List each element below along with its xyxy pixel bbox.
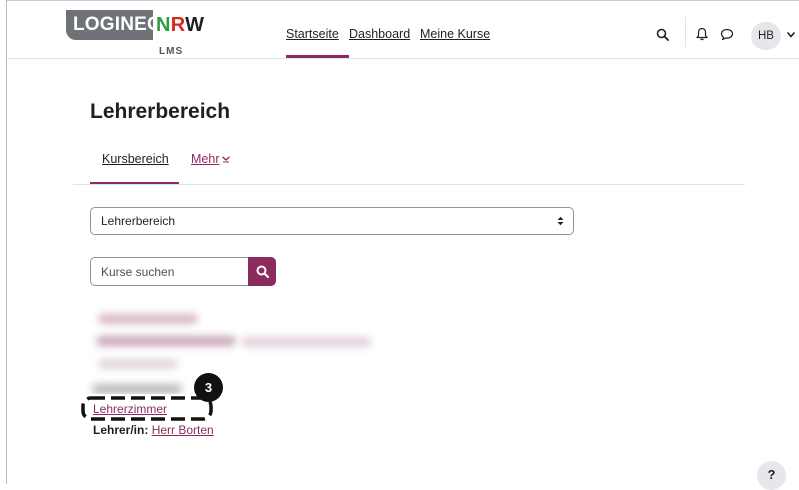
chevron-down-icon[interactable] [787,32,795,38]
nav-divider [685,17,686,47]
help-button[interactable]: ? [757,461,786,490]
logo-wordmark: LOGINEO [66,10,162,40]
blurred-text-line [96,336,236,346]
chevron-down-icon [222,156,231,163]
chat-icon[interactable] [720,28,734,41]
course-teacher: Lehrer/in: Herr Borten [93,423,214,437]
window-left-border [6,0,7,484]
blurred-text-line [98,314,198,324]
nav-startseite[interactable]: Startseite [286,27,339,41]
category-select[interactable]: Lehrerbereich [90,207,574,235]
blurred-text-line [98,359,178,369]
tab-kursbereich[interactable]: Kursbereich [102,152,169,166]
search-icon [256,265,269,278]
tab-mehr-label: Mehr [191,152,220,166]
tabs-divider [73,184,745,185]
logo-nrw: NRW [156,14,205,36]
blurred-course-summary [86,302,382,394]
select-arrows-icon [557,216,564,226]
search-icon[interactable] [656,28,669,41]
step-number-badge: 3 [194,373,223,402]
teacher-name-link[interactable]: Herr Borten [152,423,214,437]
nav-active-indicator [286,55,349,58]
user-avatar[interactable]: HB [751,22,781,50]
highlight-outline [81,396,213,421]
course-search-button[interactable] [248,257,276,286]
teacher-label: Lehrer/in: [93,423,149,437]
page-title: Lehrerbereich [90,100,231,123]
nav-dashboard[interactable]: Dashboard [349,27,410,41]
bell-icon[interactable] [696,27,708,41]
tab-mehr[interactable]: Mehr [191,152,231,166]
blurred-text-line [92,384,182,394]
course-search-input[interactable] [90,257,249,286]
logo-subtitle: LMS [159,46,184,57]
logineo-logo[interactable]: LOGINEO NRW LMS [66,10,218,60]
category-select-value: Lehrerbereich [101,214,176,228]
nav-meine-kurse[interactable]: Meine Kurse [420,27,490,41]
blurred-text-line [241,337,371,347]
top-navbar: LOGINEO NRW LMS Startseite Dashboard Mei… [7,1,799,59]
